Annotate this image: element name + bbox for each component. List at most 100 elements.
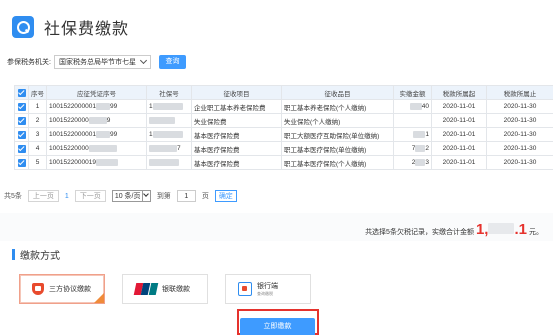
table-row[interactable]: 4 10015220000 7 基本医疗保险费 职工基本医疗保险(单位缴纳) 7… bbox=[14, 141, 553, 156]
col-seq: 序号 bbox=[28, 85, 47, 100]
goto-confirm-button[interactable]: 确定 bbox=[214, 190, 237, 202]
row-si-number bbox=[146, 113, 192, 128]
payment-methods-heading: 缴款方式 bbox=[12, 247, 60, 262]
goto-label: 到第 bbox=[156, 193, 171, 200]
row-seq: 4 bbox=[28, 141, 47, 156]
row-amount: 1 bbox=[393, 127, 432, 142]
table-header-row: 序号 应征凭证序号 社保号 征收项目 征收品目 实缴金额 税款所属起 税款所属止 bbox=[14, 85, 553, 100]
section-title-text: 缴款方式 bbox=[20, 250, 60, 262]
row-start: 2020-11-01 bbox=[431, 155, 487, 170]
method-label: 银行端 bbox=[257, 283, 278, 290]
chevron-down-icon bbox=[141, 191, 150, 201]
page-number[interactable]: 1 bbox=[65, 193, 69, 200]
row-voucher: 1001522000001 99 bbox=[46, 127, 147, 142]
method-label: 银联缴款 bbox=[162, 286, 190, 293]
row-checkbox[interactable] bbox=[17, 130, 26, 139]
row-amount bbox=[393, 113, 432, 128]
row-seq: 2 bbox=[28, 113, 47, 128]
row-item: 失业保险费 bbox=[191, 113, 282, 128]
search-logo-icon bbox=[12, 16, 34, 38]
goto-page-input[interactable]: 1 bbox=[176, 190, 196, 202]
row-end: 2020-11-30 bbox=[486, 113, 553, 128]
col-si-number: 社保号 bbox=[146, 85, 192, 100]
tax-office-select[interactable]: 国家税务总局毕节市七星 bbox=[53, 55, 151, 69]
row-subitem: 职工大额医疗互助保险(单位缴纳) bbox=[281, 127, 394, 142]
row-si-number: 1 bbox=[146, 99, 192, 114]
row-start: 2020-11-01 bbox=[431, 99, 487, 114]
row-checkbox[interactable] bbox=[17, 144, 26, 153]
table-row[interactable]: 2 10015220000 9 失业保险费 失业保险(个人缴纳) 2020-11-… bbox=[14, 113, 553, 128]
row-seq: 1 bbox=[28, 99, 47, 114]
total-amount: 1, .1 bbox=[475, 221, 527, 238]
select-all-checkbox[interactable] bbox=[17, 88, 26, 97]
col-voucher: 应征凭证序号 bbox=[46, 85, 147, 100]
col-amount: 实缴金额 bbox=[393, 85, 432, 100]
query-button[interactable]: 查询 bbox=[158, 55, 186, 69]
row-voucher: 10015220000 9 bbox=[46, 113, 147, 128]
row-item: 基本医疗保险费 bbox=[191, 155, 282, 170]
shield-icon bbox=[32, 283, 44, 295]
row-subitem: 失业保险(个人缴纳) bbox=[281, 113, 394, 128]
row-start: 2020-11-01 bbox=[431, 113, 487, 128]
row-end: 2020-11-30 bbox=[486, 127, 553, 142]
tax-office-value: 国家税务总局毕节市七星 bbox=[58, 59, 136, 66]
row-end: 2020-11-30 bbox=[486, 99, 553, 114]
page-size-value: 10 条/页 bbox=[114, 193, 141, 200]
total-count: 共5条 bbox=[4, 193, 22, 200]
row-seq: 5 bbox=[28, 155, 47, 170]
method-tripartite[interactable]: 三方协议缴款 bbox=[19, 274, 105, 304]
summary-text: 共选择5条欠税记录，实缴合计金额 bbox=[365, 229, 474, 236]
row-checkbox[interactable] bbox=[17, 116, 26, 125]
row-voucher: 10015220000 bbox=[46, 141, 147, 156]
row-start: 2020-11-01 bbox=[431, 127, 487, 142]
row-item: 基本医疗保险费 bbox=[191, 127, 282, 142]
table-row[interactable]: 1 1001522000001 99 1 企业职工基本养老保险费 职工基本养老保险… bbox=[14, 99, 553, 114]
payment-methods: 三方协议缴款 银联缴款 银行端 查询缴税 bbox=[19, 274, 328, 304]
row-si-number: 1 bbox=[146, 127, 192, 142]
page-size-select[interactable]: 10 条/页 bbox=[111, 190, 151, 202]
pagination: 共5条 上一页 1 下一页 10 条/页 到第 1 页 确定 bbox=[4, 189, 243, 203]
row-amount: 40 bbox=[393, 99, 432, 114]
table-row[interactable]: 3 1001522000001 99 1 基本医疗保险费 职工大额医疗互助保险(单… bbox=[14, 127, 553, 142]
row-subitem: 职工基本医疗保险(个人缴纳) bbox=[281, 155, 394, 170]
arrears-table: 序号 应征凭证序号 社保号 征收项目 征收品目 实缴金额 税款所属起 税款所属止… bbox=[14, 85, 553, 170]
chevron-down-icon bbox=[139, 56, 147, 65]
col-item: 征收项目 bbox=[191, 85, 282, 100]
pay-now-button[interactable]: 立即缴款 bbox=[240, 318, 315, 335]
method-label: 三方协议缴款 bbox=[49, 286, 91, 293]
prev-page-button[interactable]: 上一页 bbox=[27, 190, 59, 202]
row-amount: 23 bbox=[393, 155, 432, 170]
col-end: 税款所属止 bbox=[486, 85, 553, 100]
bank-icon bbox=[238, 282, 252, 296]
method-sublabel: 查询缴税 bbox=[257, 291, 273, 296]
row-end: 2020-11-30 bbox=[486, 155, 553, 170]
page-header: 社保费缴款 bbox=[12, 14, 129, 40]
next-page-button[interactable]: 下一页 bbox=[74, 190, 106, 202]
method-unionpay[interactable]: 银联缴款 bbox=[122, 274, 208, 304]
row-subitem: 职工基本医疗保险(单位缴纳) bbox=[281, 141, 394, 156]
tax-office-label: 参保税务机关: bbox=[7, 59, 51, 66]
table-row[interactable]: 5 1001522000019 基本医疗保险费 职工基本医疗保险(个人缴纳) 2… bbox=[14, 155, 553, 170]
col-subitem: 征收品目 bbox=[281, 85, 394, 100]
select-all-cell[interactable] bbox=[14, 85, 29, 100]
row-item: 基本医疗保险费 bbox=[191, 141, 282, 156]
row-end: 2020-11-30 bbox=[486, 141, 553, 156]
row-checkbox[interactable] bbox=[17, 158, 26, 167]
page-unit-label: 页 bbox=[201, 193, 209, 200]
row-amount: 72 bbox=[393, 141, 432, 156]
row-si-number bbox=[146, 155, 192, 170]
filter-bar: 参保税务机关: 国家税务总局毕节市七星 查询 bbox=[7, 55, 186, 69]
method-bank[interactable]: 银行端 查询缴税 bbox=[225, 274, 311, 304]
row-si-number: 7 bbox=[146, 141, 192, 156]
row-voucher: 1001522000001 99 bbox=[46, 99, 147, 114]
payment-summary: 共选择5条欠税记录，实缴合计金额 1, .1 元。 bbox=[365, 221, 543, 238]
row-voucher: 1001522000019 bbox=[46, 155, 147, 170]
col-start: 税款所属起 bbox=[431, 85, 487, 100]
unionpay-icon bbox=[133, 283, 159, 295]
amount-unit: 元。 bbox=[529, 229, 543, 236]
page-title: 社保费缴款 bbox=[44, 21, 130, 38]
row-checkbox[interactable] bbox=[17, 102, 26, 111]
row-seq: 3 bbox=[28, 127, 47, 142]
row-item: 企业职工基本养老保险费 bbox=[191, 99, 282, 114]
row-subitem: 职工基本养老保险(个人缴纳) bbox=[281, 99, 394, 114]
